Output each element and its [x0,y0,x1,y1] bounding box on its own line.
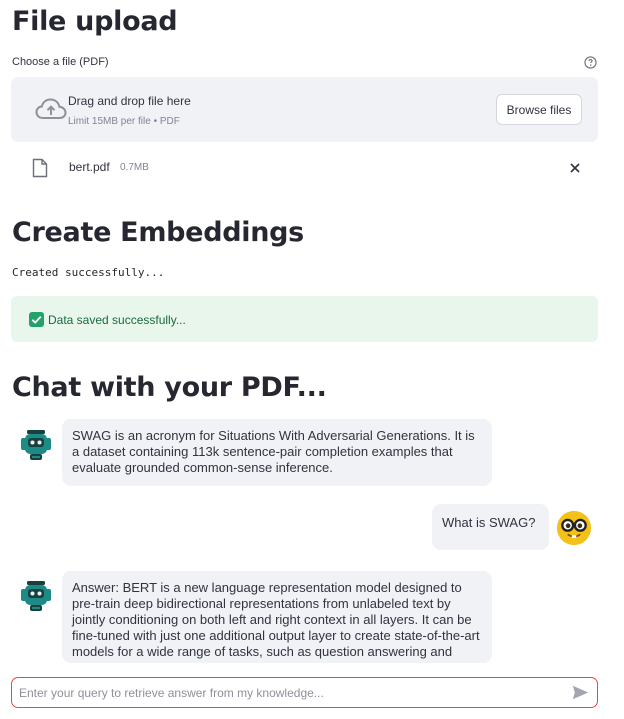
dropzone-limit-text: Limit 15MB per file • PDF [68,116,180,127]
uploaded-file-name: bert.pdf [69,160,110,174]
dropzone-instruction: Drag and drop file here [68,94,191,108]
send-icon[interactable] [572,685,589,700]
nerd-face-avatar-icon [556,510,592,546]
file-icon [32,158,48,178]
robot-avatar-icon [19,428,53,462]
assistant-message: SWAG is an acronym for Situations With A… [62,419,492,486]
file-upload-heading: File upload [12,6,178,37]
chat-heading: Chat with your PDF... [12,372,327,403]
close-icon[interactable] [569,162,581,174]
uploader-label: Choose a file (PDF) [12,56,109,68]
question-circle-icon[interactable] [584,56,597,69]
embedding-status-code: Created successfully... [12,266,165,279]
assistant-message: Answer: BERT is a new language represent… [62,571,492,663]
uploaded-file-row: bert.pdf 0.7MB [11,153,598,183]
file-dropzone[interactable]: Drag and drop file here Limit 15MB per f… [11,77,598,142]
chat-input-bar [11,677,598,708]
cloud-upload-icon [35,98,67,119]
query-input[interactable] [19,682,559,704]
uploaded-file-size: 0.7MB [120,162,149,173]
robot-avatar-icon [19,579,53,613]
create-embeddings-heading: Create Embeddings [12,217,304,248]
user-message: What is SWAG? [432,504,549,550]
browse-files-button[interactable]: Browse files [496,94,582,125]
check-box-icon [29,312,44,327]
success-alert: Data saved successfully... [11,296,598,342]
success-message: Data saved successfully... [48,313,186,327]
